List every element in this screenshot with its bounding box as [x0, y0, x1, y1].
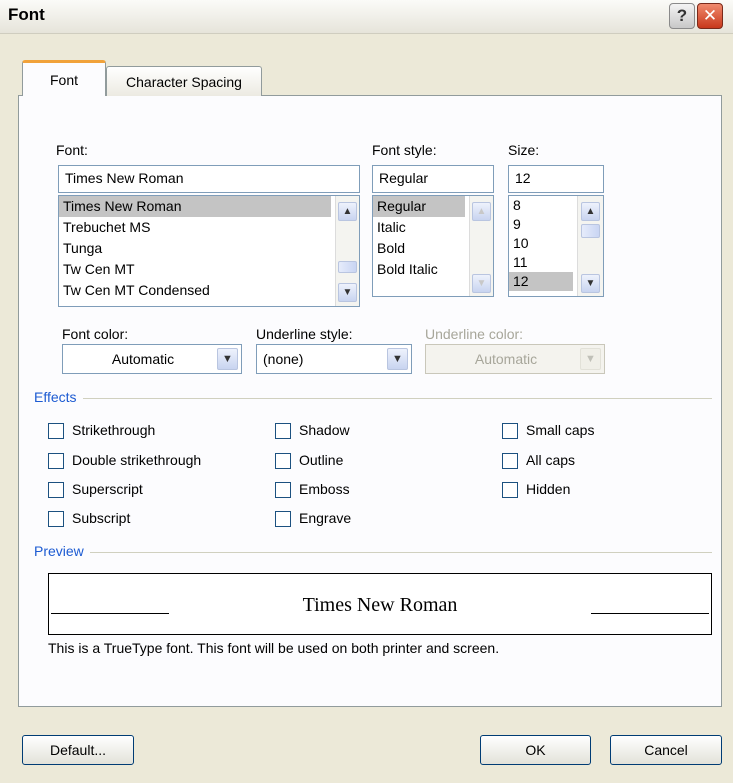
- preview-title: Preview: [34, 543, 90, 559]
- underline-color-value: Automatic: [474, 351, 538, 367]
- engrave-checkbox[interactable]: [275, 511, 291, 527]
- double-strikethrough-label[interactable]: Double strikethrough: [72, 452, 201, 468]
- ok-button[interactable]: OK: [480, 735, 591, 765]
- chevron-down-icon[interactable]: ▼: [387, 348, 408, 370]
- font-style-scrollbar: ▲ ▼: [469, 196, 493, 296]
- scroll-down-icon[interactable]: ▼: [338, 283, 357, 302]
- chevron-down-icon[interactable]: ▼: [217, 348, 238, 370]
- underline-color-select: Automatic ▼: [425, 344, 605, 374]
- size-label: Size:: [508, 142, 540, 158]
- superscript-label[interactable]: Superscript: [72, 481, 143, 497]
- hidden-label[interactable]: Hidden: [526, 481, 570, 497]
- preview-description: This is a TrueType font. This font will …: [48, 640, 500, 656]
- font-style-list-item[interactable]: Regular: [373, 196, 465, 217]
- size-list-scrollbar[interactable]: ▲ ▼: [577, 196, 603, 296]
- scroll-up-icon[interactable]: ▲: [581, 202, 600, 221]
- outline-checkbox[interactable]: [275, 453, 291, 469]
- engrave-label[interactable]: Engrave: [299, 510, 351, 526]
- default-button[interactable]: Default...: [22, 735, 134, 765]
- small-caps-label[interactable]: Small caps: [526, 422, 594, 438]
- emboss-label[interactable]: Emboss: [299, 481, 350, 497]
- title-bar: [0, 0, 733, 34]
- font-list-scrollbar[interactable]: ▲ ▼: [335, 196, 359, 306]
- underline-color-label: Underline color:: [425, 326, 524, 342]
- chevron-down-icon: ▼: [580, 348, 601, 370]
- effects-divider: [36, 398, 712, 399]
- preview-baseline-right: [591, 613, 709, 614]
- underline-style-select[interactable]: (none) ▼: [256, 344, 412, 374]
- font-color-value: Automatic: [111, 351, 175, 367]
- scroll-up-icon: ▲: [472, 202, 491, 221]
- font-color-label: Font color:: [62, 326, 129, 342]
- all-caps-checkbox[interactable]: [502, 453, 518, 469]
- double-strikethrough-checkbox[interactable]: [48, 453, 64, 469]
- outline-label[interactable]: Outline: [299, 452, 343, 468]
- scroll-down-icon[interactable]: ▼: [581, 274, 600, 293]
- help-button[interactable]: ?: [669, 3, 695, 29]
- font-list-item[interactable]: Tw Cen MT Condensed: [59, 280, 359, 301]
- font-list[interactable]: Times New Roman Trebuchet MS Tunga Tw Ce…: [58, 195, 360, 307]
- font-list-item[interactable]: Tw Cen MT: [59, 259, 359, 280]
- hidden-checkbox[interactable]: [502, 482, 518, 498]
- scroll-down-icon: ▼: [472, 274, 491, 293]
- small-caps-checkbox[interactable]: [502, 423, 518, 439]
- preview-box: Times New Roman: [48, 573, 712, 635]
- font-input[interactable]: Times New Roman: [58, 165, 360, 193]
- underline-style-value: (none): [263, 351, 304, 367]
- preview-divider: [36, 552, 712, 553]
- size-list-item[interactable]: 12: [509, 272, 573, 291]
- tab-font[interactable]: Font: [22, 60, 106, 96]
- cancel-button[interactable]: Cancel: [610, 735, 722, 765]
- tab-character-spacing-label: Character Spacing: [126, 73, 242, 90]
- underline-style-label: Underline style:: [256, 326, 353, 342]
- close-button[interactable]: ✕: [697, 3, 723, 29]
- font-style-list[interactable]: Regular Italic Bold Bold Italic ▲ ▼: [372, 195, 494, 297]
- size-input[interactable]: 12: [508, 165, 604, 193]
- scroll-thumb[interactable]: [581, 224, 600, 238]
- tab-character-spacing[interactable]: Character Spacing: [106, 66, 262, 96]
- scroll-up-icon[interactable]: ▲: [338, 202, 357, 221]
- dialog-title: Font: [8, 5, 45, 24]
- tab-font-label: Font: [49, 71, 78, 88]
- strikethrough-checkbox[interactable]: [48, 423, 64, 439]
- font-style-input[interactable]: Regular: [372, 165, 494, 193]
- effects-title: Effects: [34, 389, 83, 405]
- font-list-item[interactable]: Tunga: [59, 238, 359, 259]
- superscript-checkbox[interactable]: [48, 482, 64, 498]
- font-label: Font:: [56, 142, 88, 158]
- shadow-label[interactable]: Shadow: [299, 422, 350, 438]
- subscript-checkbox[interactable]: [48, 511, 64, 527]
- scroll-thumb[interactable]: [338, 261, 357, 273]
- font-list-item[interactable]: Trebuchet MS: [59, 217, 359, 238]
- font-style-label: Font style:: [372, 142, 437, 158]
- subscript-label[interactable]: Subscript: [72, 510, 130, 526]
- shadow-checkbox[interactable]: [275, 423, 291, 439]
- all-caps-label[interactable]: All caps: [526, 452, 575, 468]
- emboss-checkbox[interactable]: [275, 482, 291, 498]
- strikethrough-label[interactable]: Strikethrough: [72, 422, 155, 438]
- size-list[interactable]: 8 9 10 11 12 ▲ ▼: [508, 195, 604, 297]
- font-list-item[interactable]: Times New Roman: [59, 196, 331, 217]
- font-color-select[interactable]: Automatic ▼: [62, 344, 242, 374]
